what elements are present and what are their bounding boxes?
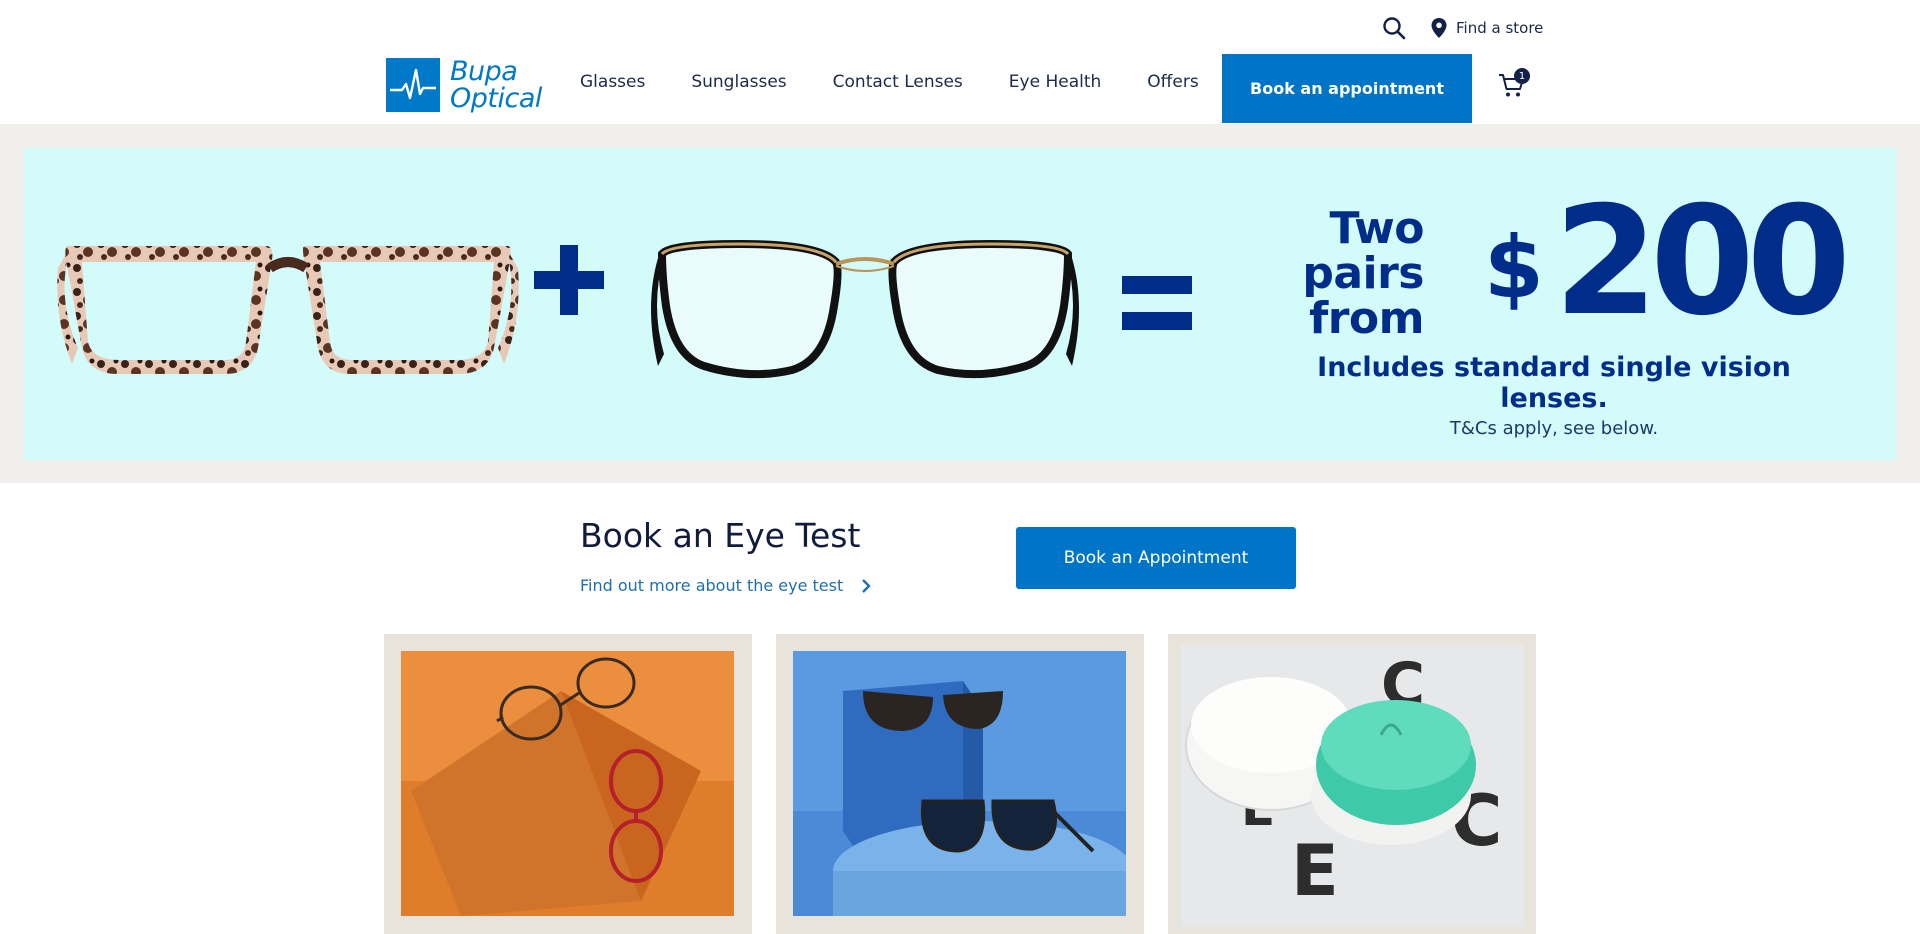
site-header: Find a store Bupa Optical Glasses Sungla…	[0, 0, 1920, 124]
promo-price: $200	[1484, 187, 1851, 337]
location-pin-icon	[1431, 18, 1447, 38]
utility-bar: Find a store	[1380, 14, 1543, 42]
nav-offers[interactable]: Offers	[1147, 72, 1198, 92]
black-gold-glasses-image	[651, 239, 1079, 379]
category-card-contact-lenses[interactable]: E C E C	[1168, 634, 1536, 934]
chevron-right-icon	[862, 578, 871, 593]
sunglasses-category-image	[793, 651, 1126, 916]
main-nav: Glasses Sunglasses Contact Lenses Eye He…	[580, 72, 1199, 92]
tortoise-glasses-image	[57, 246, 519, 374]
search-icon[interactable]	[1380, 14, 1408, 42]
svg-text:E: E	[1291, 830, 1339, 912]
book-appointment-button[interactable]: Book an appointment	[1222, 54, 1472, 123]
plus-icon	[534, 245, 604, 315]
bupa-optical-logo[interactable]: Bupa Optical	[386, 58, 542, 112]
category-card-glasses[interactable]	[384, 634, 752, 934]
eye-test-link[interactable]: Find out more about the eye test	[580, 576, 871, 595]
promo-lenses-text: Includes standard single vision lenses.	[1317, 352, 1791, 414]
contact-lenses-category-image: E C E C	[1181, 645, 1524, 927]
nav-contact-lenses[interactable]: Contact Lenses	[833, 72, 963, 92]
promo-line2: from	[1309, 293, 1424, 344]
promo-line1: Two pairs	[1302, 203, 1424, 299]
nav-eye-health[interactable]: Eye Health	[1009, 72, 1102, 92]
nav-sunglasses[interactable]: Sunglasses	[691, 72, 786, 92]
find-store-link[interactable]: Find a store	[1430, 17, 1543, 39]
eye-test-title: Book an Eye Test	[580, 516, 861, 555]
glasses-category-image	[401, 651, 734, 916]
promo-tcs-text: T&Cs apply, see below.	[1449, 418, 1659, 439]
book-eye-test-button[interactable]: Book an Appointment	[1016, 527, 1296, 589]
promo-currency: $	[1484, 218, 1544, 318]
promo-price-value: 200	[1553, 175, 1851, 349]
cart-button[interactable]: 1	[1497, 68, 1531, 104]
logo-line2: Optical	[450, 83, 542, 114]
logo-line1: Bupa	[450, 56, 518, 87]
nav-glasses[interactable]: Glasses	[580, 72, 645, 92]
eye-test-link-label: Find out more about the eye test	[580, 576, 844, 595]
promo-hero-section: Two pairs from $200 Includes standard si…	[0, 124, 1920, 483]
promo-banner[interactable]: Two pairs from $200 Includes standard si…	[24, 148, 1896, 460]
cart-count-badge: 1	[1514, 68, 1530, 84]
logo-heartbeat-icon	[386, 58, 440, 112]
promo-headline: Two pairs from	[1224, 206, 1424, 341]
find-store-label: Find a store	[1456, 19, 1544, 37]
equals-icon	[1122, 276, 1192, 330]
logo-wordmark: Bupa Optical	[450, 58, 542, 112]
category-card-sunglasses[interactable]	[776, 634, 1144, 934]
